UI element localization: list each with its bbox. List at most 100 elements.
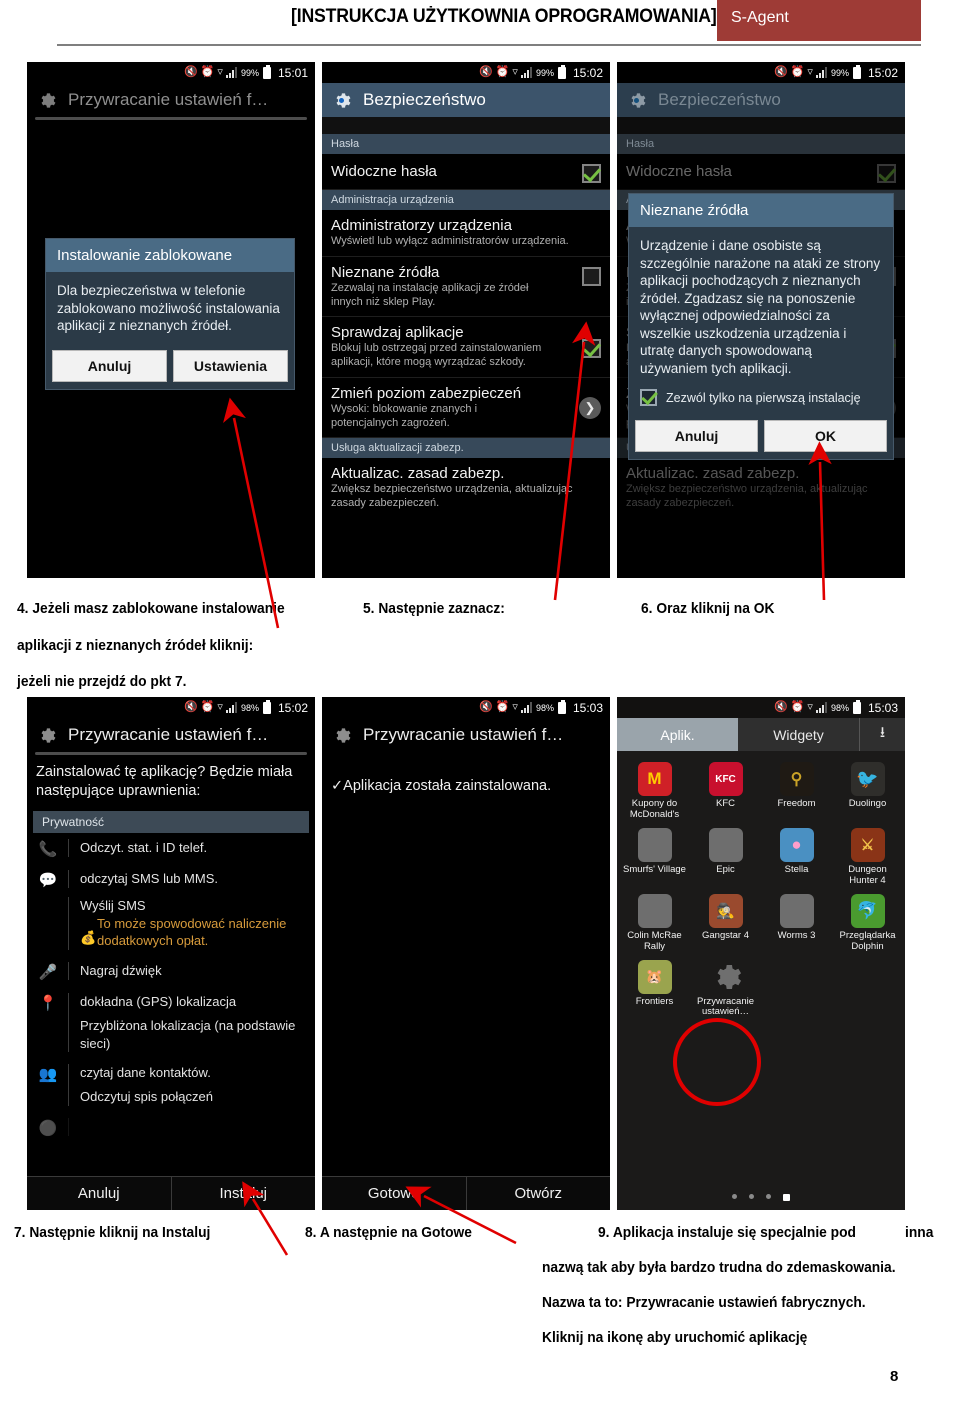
download-icon[interactable]: ⭳ [859, 718, 905, 751]
highlight-circle-factory-reset [673, 1018, 761, 1106]
settings-button[interactable]: Ustawienia [173, 349, 288, 382]
first-install-only-row[interactable]: Zezwól tylko na pierwszą instalację [629, 387, 893, 415]
app-label: Freedom [777, 798, 816, 809]
open-button[interactable]: Otwórz [467, 1177, 611, 1210]
app-item[interactable]: ⚲ Freedom [761, 757, 832, 823]
battery-icon [557, 699, 566, 714]
permission-label: Wyślij SMS [80, 897, 146, 913]
app-title-5: Przywracanie ustawień f… [363, 725, 564, 744]
alarm-icon: ⏰ [790, 701, 805, 713]
app-item[interactable]: ⚔ Dungeon Hunter 4 [832, 823, 903, 889]
status-icons: 🔇 ⏰ ▿ [184, 67, 238, 78]
app-label: Dungeon Hunter 4 [848, 863, 887, 886]
screenshot-panel-2: 🔇 ⏰ ▿ 99% 15:02 Bezpieczeństwo Hasła Wid… [322, 62, 610, 578]
checkbox-verify-apps[interactable] [582, 339, 601, 359]
signal-icon [815, 702, 828, 713]
app-icon: ⚲ [779, 762, 814, 796]
gear-icon [332, 726, 351, 745]
page-indicator [617, 1194, 905, 1201]
app-icon: M [637, 762, 672, 796]
app-label: Kupony do McDonald's [629, 798, 680, 820]
app-item[interactable]: 🐹 Frontiers [619, 955, 690, 1021]
status-bar: 🔇 ⏰ ▿ 98% 15:03 [322, 697, 610, 718]
battery-percent: 99% [535, 67, 554, 78]
battery-icon [557, 64, 566, 79]
cancel-button[interactable]: Anuluj [635, 420, 758, 453]
app-icon: 🐦 [850, 762, 885, 796]
partial-row-3 [617, 117, 905, 134]
ok-button[interactable]: OK [764, 420, 887, 453]
app-item-factory-reset[interactable]: Przywracanie ustawień… [690, 955, 761, 1021]
permission-label-cut [80, 1119, 84, 1134]
clock: 15:02 [572, 65, 603, 80]
row-visible-passwords[interactable]: Widoczne hasła [322, 154, 610, 190]
app-item[interactable]: Colin McRae Rally [619, 889, 690, 955]
chevron-right-icon[interactable]: ❯ [579, 396, 601, 419]
checkbox-visible-passwords[interactable] [582, 164, 601, 183]
row-label: Aktualizac. zasad zabezp. [331, 465, 505, 483]
action-bar-2[interactable]: Bezpieczeństwo [322, 83, 610, 117]
page-dot-active[interactable] [783, 1194, 790, 1201]
screenshot-panel-1: 🔇 ⏰ ▿ 99% 15:01 Przywracanie ustawień f…… [27, 62, 315, 578]
app-item[interactable]: 🐬 Przeglądarka Dolphin [832, 889, 903, 955]
permission-label: odczytaj SMS lub MMS. [80, 870, 218, 886]
action-bar-3: Bezpieczeństwo [617, 83, 905, 117]
tab-apps[interactable]: Aplik. [617, 718, 738, 751]
permission-row: 📞 Odczyt. stat. i ID telef. [27, 833, 315, 864]
caption-8: 8. A następnie na Gotowe [305, 1224, 472, 1241]
cancel-button[interactable]: Anuluj [52, 349, 167, 382]
app-label: Worms 3 [777, 929, 816, 941]
header-divider [57, 44, 921, 46]
app-title-1: Przywracanie ustawień f… [68, 90, 269, 109]
phone-icon: 📞 [38, 840, 58, 858]
install-button[interactable]: Instaluj [172, 1177, 316, 1210]
row-security-level[interactable]: Zmień poziom zabezpieczeń Wysoki: blokow… [322, 378, 610, 439]
app-item[interactable]: ● Stella [761, 823, 832, 889]
row-unknown-sources[interactable]: Nieznane źródła Zezwalaj na instalację a… [322, 257, 610, 318]
title-underline-1 [35, 117, 307, 120]
app-item[interactable]: Worms 3 [761, 889, 832, 955]
dialog-body: Dla bezpieczeństwa w telefonie zablokowa… [57, 283, 280, 334]
row-verify-apps[interactable]: Sprawdzaj aplikacje Blokuj lub ostrzegaj… [322, 317, 610, 378]
screenshot-panel-5: 🔇 ⏰ ▿ 98% 15:03 Przywracanie ustawień f…… [322, 697, 610, 1210]
cancel-button[interactable]: Anuluj [27, 1177, 172, 1210]
app-icon [708, 827, 743, 862]
page-dot[interactable] [732, 1194, 737, 1199]
row-label: Sprawdzaj aplikacje [331, 324, 464, 342]
app-item[interactable]: M Kupony do McDonald's [619, 757, 690, 823]
clock: 15:01 [277, 65, 308, 80]
coins-icon: 💰 [80, 929, 97, 945]
row-label: Zmień poziom zabezpieczeń [331, 384, 522, 402]
checkbox-first-install-only[interactable] [640, 389, 657, 407]
caption-5: 5. Następnie zaznacz: [363, 600, 505, 617]
brand-badge: S-Agent [717, 0, 921, 41]
row-security-policy-update[interactable]: Aktualizac. zasad zabezp. Zwiększ bezpie… [322, 458, 610, 518]
done-button[interactable]: Gotowe [322, 1177, 467, 1210]
row-label: Widoczne hasła [331, 163, 437, 180]
app-icon: KFC [708, 762, 743, 796]
permission-row-cut: ⚪ [27, 1112, 315, 1143]
status-icons: 🔇 ⏰ ▿ [774, 67, 828, 78]
install-button-bar: Anuluj Instaluj [27, 1176, 315, 1210]
checkbox-unknown-sources[interactable] [582, 266, 601, 286]
app-item[interactable]: 🐦 Duolingo [832, 757, 903, 823]
app-title-3: Bezpieczeństwo [658, 90, 781, 109]
app-item[interactable]: KFC KFC [690, 757, 761, 823]
row-sublabel: Zwiększ bezpieczeństwo urządzenia, aktua… [626, 483, 868, 509]
app-item[interactable]: 🕵 Gangstar 4 [690, 889, 761, 955]
battery-percent: 99% [240, 67, 259, 78]
row-device-administrators[interactable]: Administratorzy urządzenia Wyświetl lub … [322, 210, 610, 257]
tab-widgets[interactable]: Widgety [738, 718, 859, 751]
page-dot[interactable] [766, 1194, 771, 1199]
app-label: Smurfs' Village [623, 863, 686, 875]
done-button-bar: Gotowe Otwórz [322, 1176, 610, 1210]
wifi-icon: ▿ [217, 66, 223, 78]
row-sublabel: Blokuj lub ostrzegaj przed zainstalowani… [331, 342, 542, 368]
app-item[interactable]: Smurfs' Village [619, 823, 690, 889]
status-bar: 🔇 ⏰ ▿ 98% 15:02 [27, 697, 315, 718]
action-bar-1: Przywracanie ustawień f… [27, 83, 315, 117]
app-item[interactable]: Epic [690, 823, 761, 889]
wifi-icon: ▿ [217, 701, 223, 713]
page-dot[interactable] [749, 1194, 754, 1199]
install-prompt: Zainstalować tę aplikację? Będzie miała … [36, 764, 293, 799]
